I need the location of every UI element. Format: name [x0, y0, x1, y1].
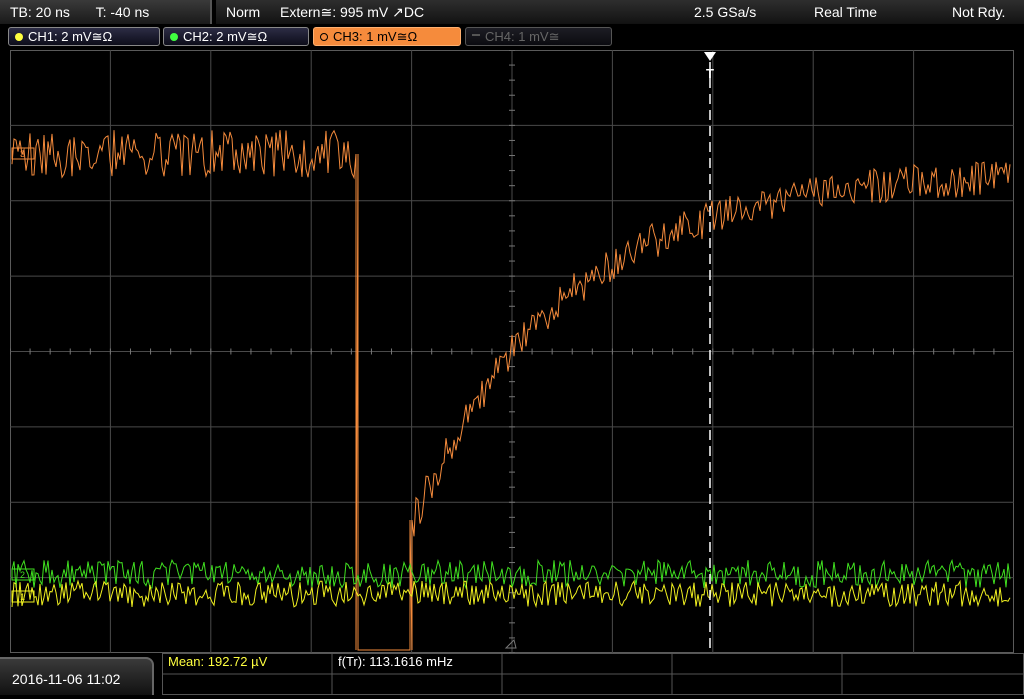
waveform-display[interactable]: T 3 2 1 [9, 49, 1014, 654]
measurement-mean[interactable]: Mean: 192.72 µV [162, 653, 332, 695]
waveform-svg: T 3 2 1 [9, 49, 1014, 654]
trigger-marker-label: T [706, 66, 714, 81]
sample-rate-label: 2.5 GSa/s [694, 4, 757, 20]
channel-4-label: CH4: 1 mV≅ [485, 29, 560, 44]
trigger-status-box[interactable]: Norm Extern≅: 995 mV ↗DC 2.5 GSa/s Real … [216, 0, 1024, 24]
bottom-bar: 2016-11-06 11:02 Mean: 192.72 µV f(Tr): … [0, 653, 1024, 695]
channel-1-button[interactable]: CH1: 2 mV≅Ω [8, 27, 160, 46]
channel-3-dot-icon [320, 32, 328, 41]
acquisition-mode-label: Real Time [814, 4, 878, 20]
acquisition-status-label: Not Rdy. [952, 4, 1006, 20]
channel-2-label: CH2: 2 mV≅Ω [183, 29, 268, 44]
channel-4-button[interactable]: CH4: 1 mV≅ [465, 27, 612, 46]
measurement-mean-label: Mean: 192.72 µV [168, 654, 268, 669]
channel-bar: CH1: 2 mV≅Ω CH2: 2 mV≅Ω CH3: 1 mV≅Ω CH4:… [0, 25, 1024, 48]
channel-3-button[interactable]: CH3: 1 mV≅Ω [313, 27, 461, 46]
channel-3-marker-label: 3 [20, 149, 25, 159]
trigger-offset-label: T: -40 ns [95, 4, 150, 20]
channel-4-dot-icon [472, 33, 480, 36]
timebase-box[interactable]: TB: 20 ns T: -40 ns [0, 0, 212, 24]
channel-1-marker-label: 1 [20, 592, 25, 602]
channel-1-label: CH1: 2 mV≅Ω [28, 29, 113, 44]
datetime-label: 2016-11-06 11:02 [12, 671, 121, 687]
measurement-frequency-label: f(Tr): 113.1616 mHz [338, 654, 453, 669]
timebase-label: TB: 20 ns [10, 4, 70, 20]
top-bar: TB: 20 ns T: -40 ns Norm Extern≅: 995 mV… [0, 0, 1024, 25]
measurement-frequency[interactable]: f(Tr): 113.1616 mHz [332, 653, 502, 695]
channel-2-dot-icon [170, 32, 178, 41]
channel-2-marker-label: 2 [20, 570, 25, 580]
datetime-box: 2016-11-06 11:02 [0, 657, 154, 695]
trigger-mode-label: Norm [226, 4, 261, 20]
channel-3-label: CH3: 1 mV≅Ω [333, 29, 418, 44]
channel-1-dot-icon [15, 32, 23, 41]
trigger-source-label: Extern≅: 995 mV ↗DC [280, 4, 425, 20]
channel-2-button[interactable]: CH2: 2 mV≅Ω [163, 27, 309, 46]
